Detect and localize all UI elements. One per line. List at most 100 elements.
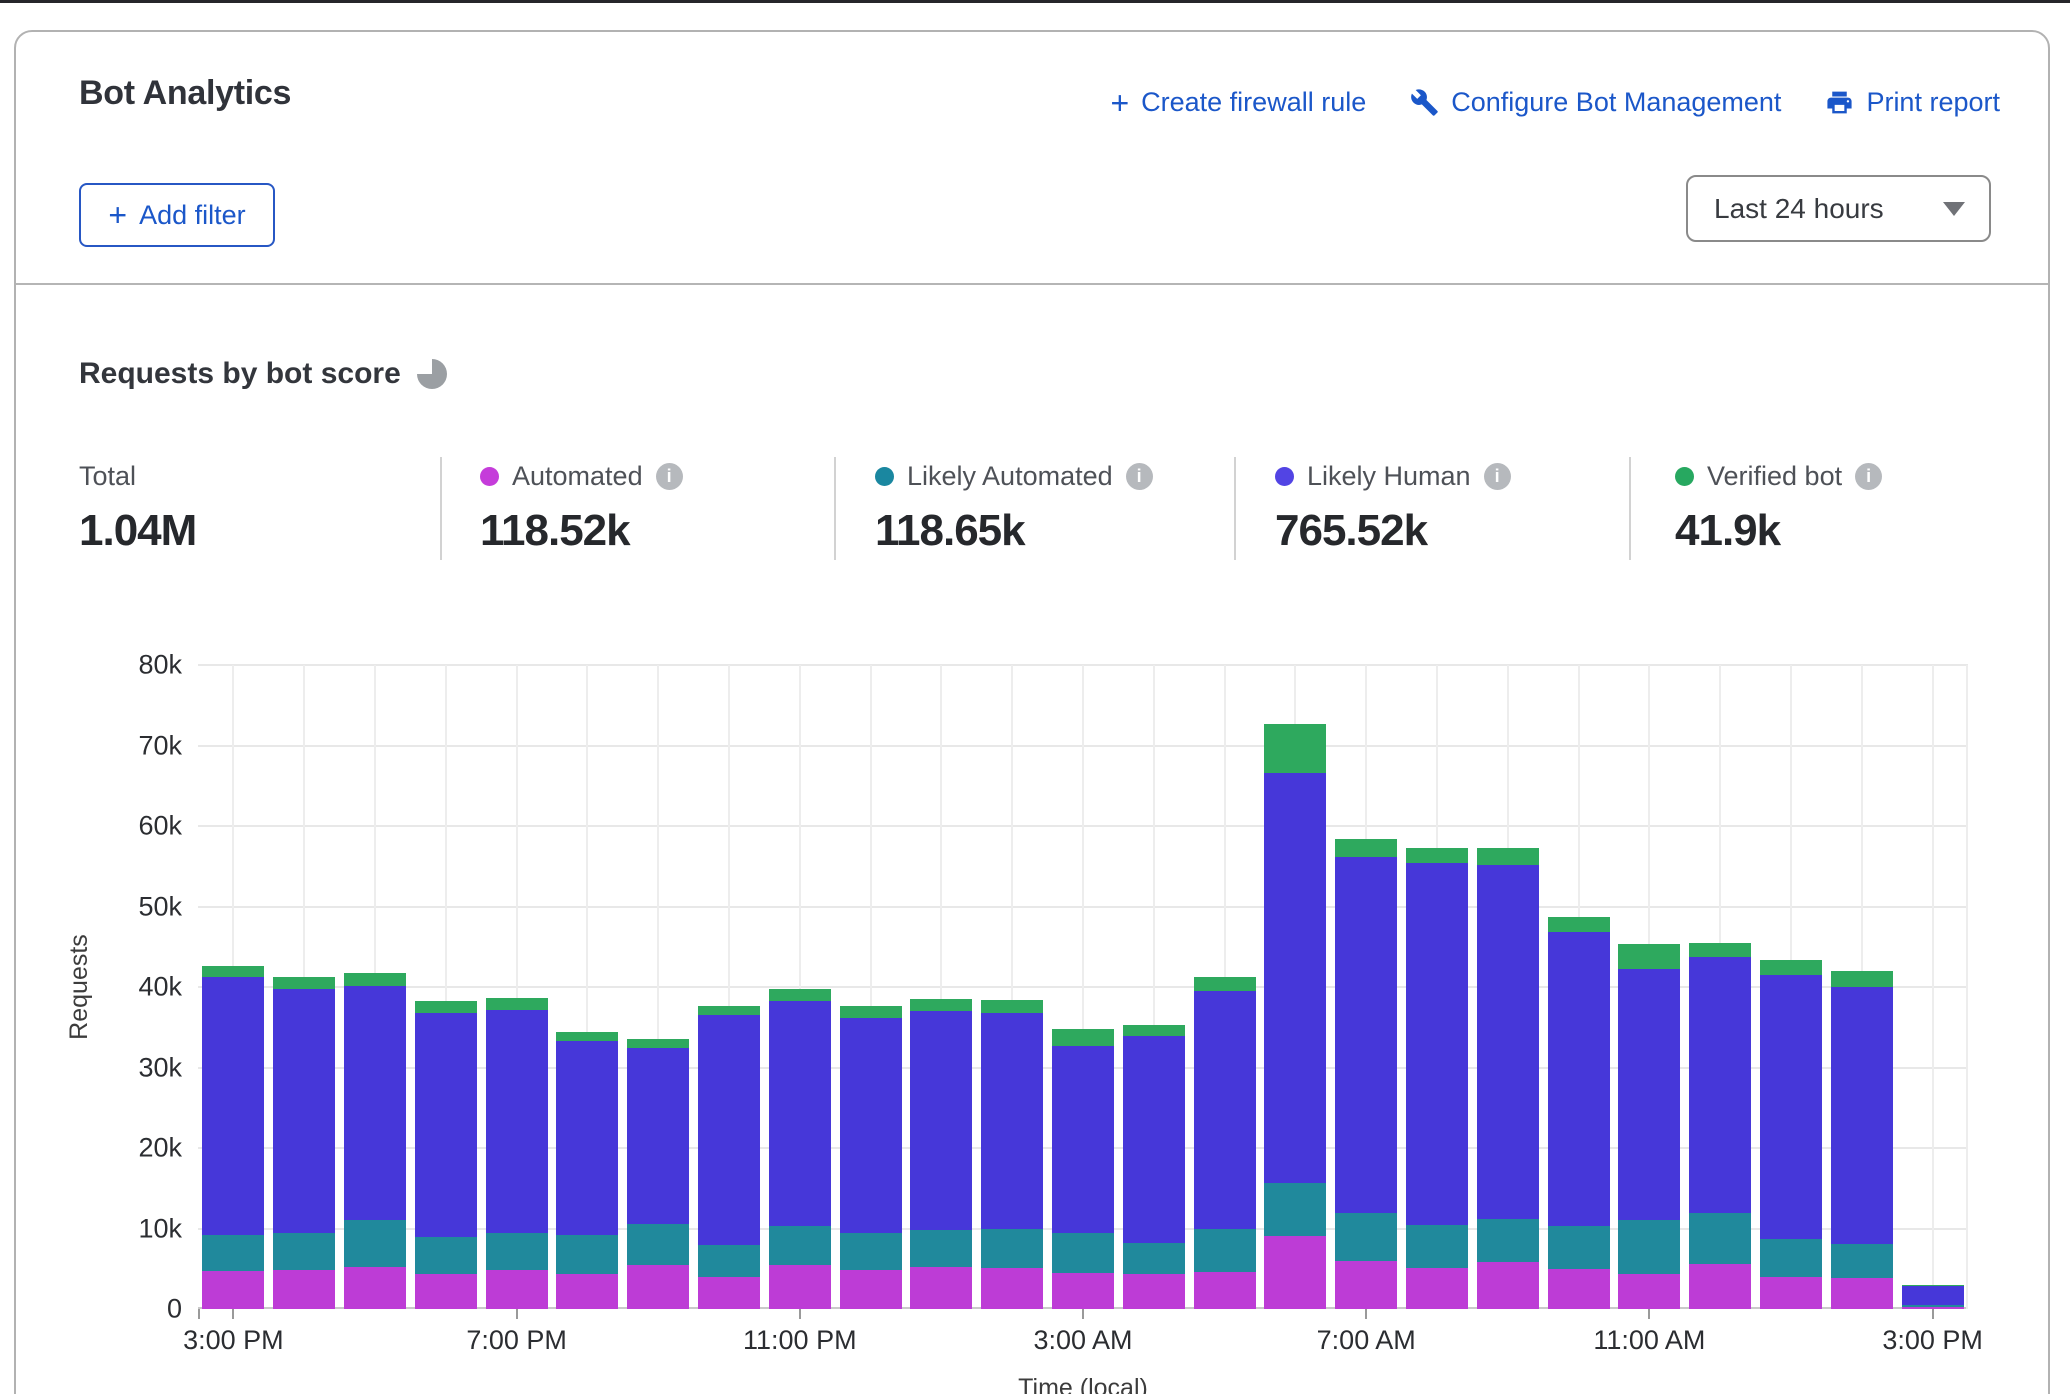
stacked-bar[interactable]: [1194, 977, 1256, 1309]
bar-segment-likely-human: [1194, 991, 1256, 1229]
wrench-icon: [1410, 88, 1439, 117]
stacked-bar[interactable]: [344, 973, 406, 1309]
stacked-bar[interactable]: [981, 1000, 1043, 1309]
y-tick-label: 70k: [138, 730, 182, 761]
automated-legend-dot: [480, 467, 499, 486]
stacked-bar[interactable]: [1760, 960, 1822, 1309]
stat-likely-automated: Likely Automated i 118.65k: [875, 460, 1153, 556]
bar-segment-verified-bot: [981, 1000, 1043, 1013]
bar-segment-verified-bot: [556, 1032, 618, 1041]
x-tick-label: 3:00 PM: [183, 1325, 284, 1356]
info-icon[interactable]: i: [656, 463, 683, 490]
stat-divider: [1629, 457, 1631, 560]
stacked-bar[interactable]: [1335, 839, 1397, 1309]
stacked-bar[interactable]: [1831, 971, 1893, 1309]
bar-segment-automated: [981, 1268, 1043, 1309]
bar-segment-verified-bot: [202, 966, 264, 976]
bar-segment-likely-automated: [1831, 1244, 1893, 1278]
time-range-dropdown[interactable]: Last 24 hours: [1686, 175, 1991, 242]
bar-segment-likely-automated: [1335, 1213, 1397, 1260]
y-tick-label: 50k: [138, 891, 182, 922]
y-tick-label: 80k: [138, 650, 182, 681]
info-icon[interactable]: i: [1126, 463, 1153, 490]
axis-tick: [1648, 1309, 1650, 1319]
bar-segment-verified-bot: [1052, 1029, 1114, 1046]
gridline: [1966, 665, 1968, 1309]
print-report-link[interactable]: Print report: [1825, 87, 2000, 118]
bar-segment-verified-bot: [1264, 724, 1326, 773]
bar-segment-likely-automated: [344, 1220, 406, 1267]
bar-segment-verified-bot: [1406, 848, 1468, 863]
stacked-bar[interactable]: [1052, 1029, 1114, 1309]
stacked-bar[interactable]: [415, 1001, 477, 1309]
stat-automated-value: 118.52k: [480, 506, 683, 556]
stacked-bar[interactable]: [1902, 1285, 1964, 1309]
stacked-bar[interactable]: [273, 977, 335, 1309]
bar-segment-automated: [1618, 1274, 1680, 1309]
stacked-bar[interactable]: [202, 966, 264, 1309]
bar-segment-automated: [1831, 1278, 1893, 1309]
stacked-bar[interactable]: [1548, 917, 1610, 1309]
y-tick-label: 30k: [138, 1052, 182, 1083]
print-report-label: Print report: [1866, 87, 2000, 118]
bar-segment-likely-human: [840, 1018, 902, 1233]
bar-segment-likely-automated: [840, 1233, 902, 1269]
info-icon[interactable]: i: [1484, 463, 1511, 490]
bar-segment-verified-bot: [1689, 943, 1751, 957]
stacked-bar[interactable]: [486, 998, 548, 1310]
bar-segment-automated: [415, 1274, 477, 1309]
stacked-bar[interactable]: [1406, 848, 1468, 1309]
stat-likely-human-value: 765.52k: [1275, 506, 1511, 556]
info-icon[interactable]: i: [1855, 463, 1882, 490]
bar-segment-verified-bot: [698, 1006, 760, 1016]
axis-tick: [799, 1309, 801, 1319]
bar-segment-likely-human: [1689, 957, 1751, 1213]
bar-segment-likely-automated: [698, 1245, 760, 1277]
axis-tick: [198, 1309, 200, 1319]
stacked-bar[interactable]: [1618, 944, 1680, 1309]
bar-segment-likely-automated: [1264, 1183, 1326, 1236]
bar-segment-automated: [1689, 1264, 1751, 1309]
stacked-bar[interactable]: [1264, 724, 1326, 1309]
analytics-card: Bot Analytics + Create firewall rule Con…: [14, 30, 2050, 1394]
chevron-down-icon: [1943, 202, 1965, 216]
stat-verified-bot-value: 41.9k: [1675, 506, 1882, 556]
stacked-bar[interactable]: [910, 999, 972, 1309]
axis-tick: [1932, 1309, 1934, 1319]
bar-segment-likely-automated: [1194, 1229, 1256, 1272]
bar-segment-verified-bot: [1477, 848, 1539, 865]
stacked-bar[interactable]: [1689, 943, 1751, 1309]
stacked-bar[interactable]: [627, 1039, 689, 1309]
configure-bot-management-link[interactable]: Configure Bot Management: [1410, 87, 1781, 118]
add-filter-button[interactable]: + Add filter: [79, 183, 275, 247]
axis-tick: [1365, 1309, 1367, 1319]
bar-segment-verified-bot: [415, 1001, 477, 1013]
stacked-bar[interactable]: [769, 989, 831, 1309]
gridline: [1932, 665, 1934, 1309]
bar-segment-verified-bot: [1335, 839, 1397, 857]
y-axis-labels: 010k20k30k40k50k60k70k80k: [56, 665, 182, 1309]
stat-automated-label: Automated: [512, 461, 643, 492]
stat-automated: Automated i 118.52k: [480, 460, 683, 556]
bar-segment-likely-automated: [202, 1235, 264, 1271]
y-tick-label: 60k: [138, 811, 182, 842]
bar-segment-automated: [769, 1265, 831, 1309]
bar-segment-automated: [1548, 1269, 1610, 1309]
bar-segment-likely-automated: [910, 1230, 972, 1267]
create-firewall-rule-link[interactable]: + Create firewall rule: [1110, 87, 1366, 118]
bar-segment-likely-automated: [1123, 1243, 1185, 1274]
bar-segment-likely-human: [1123, 1036, 1185, 1243]
bar-segment-automated: [1123, 1274, 1185, 1309]
bar-segment-likely-human: [486, 1010, 548, 1233]
stacked-bar[interactable]: [840, 1006, 902, 1309]
x-tick-label: 7:00 PM: [466, 1325, 567, 1356]
bar-segment-likely-human: [1052, 1046, 1114, 1234]
bar-segment-likely-human: [981, 1013, 1043, 1230]
stacked-bar[interactable]: [698, 1006, 760, 1309]
add-filter-label: Add filter: [139, 200, 246, 231]
stacked-bar[interactable]: [1477, 848, 1539, 1309]
stacked-bar[interactable]: [556, 1032, 618, 1309]
stacked-bar[interactable]: [1123, 1025, 1185, 1309]
y-tick-label: 0: [167, 1294, 182, 1325]
likely-human-legend-dot: [1275, 467, 1294, 486]
